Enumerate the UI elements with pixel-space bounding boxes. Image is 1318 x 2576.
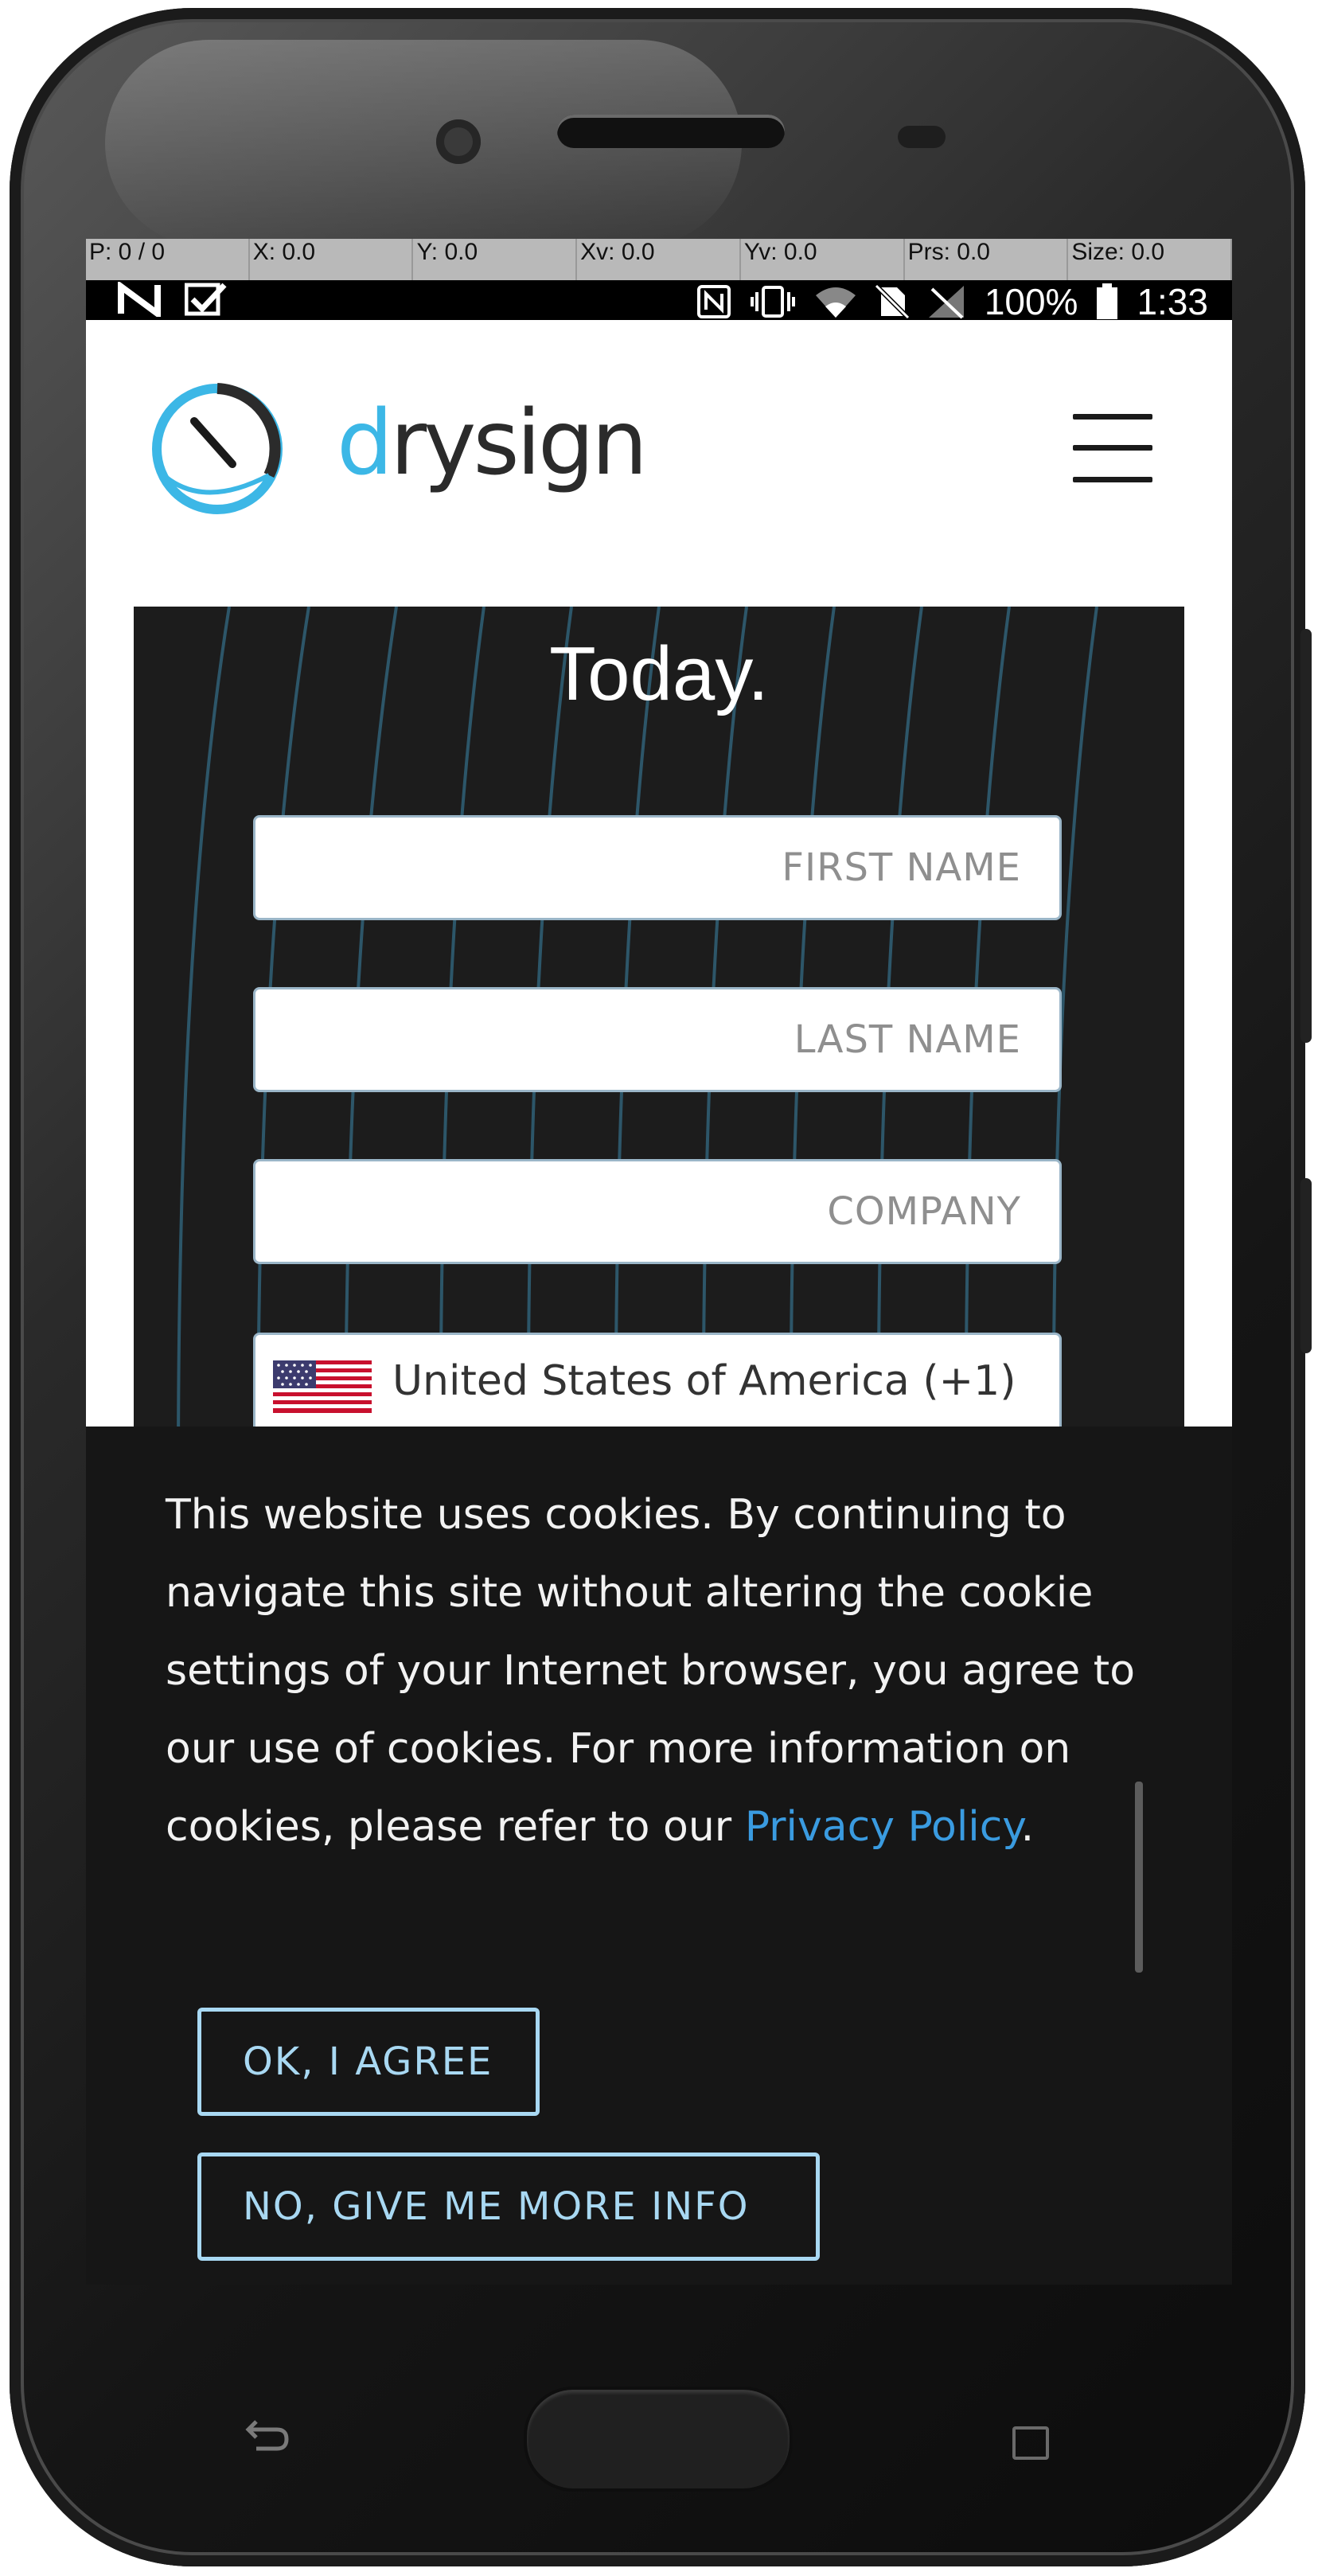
last-name-field	[253, 987, 1062, 1092]
debug-yv: Yv: 0.0	[741, 239, 905, 280]
n-icon	[118, 282, 161, 317]
battery-icon	[1097, 283, 1118, 319]
drysign-logo-icon[interactable]	[150, 381, 285, 517]
hamburger-icon[interactable]	[1073, 414, 1152, 482]
debug-p: P: 0 / 0	[86, 239, 250, 280]
cookie-suffix: .	[1020, 1803, 1035, 1851]
phone-screen: P: 0 / 0 X: 0.0 Y: 0.0 Xv: 0.0 Yv: 0.0 P…	[86, 239, 1232, 2285]
wifi-icon	[815, 287, 856, 318]
logo-d: d	[337, 392, 393, 495]
home-button[interactable]	[524, 2387, 793, 2492]
debug-size: Size: 0.0	[1068, 239, 1232, 280]
battery-percent: 100%	[984, 281, 1078, 322]
cookie-banner: This website uses cookies. By continuing…	[86, 1427, 1232, 2285]
debug-xv: Xv: 0.0	[577, 239, 741, 280]
us-flag-icon	[273, 1360, 372, 1413]
recent-apps-icon[interactable]	[1012, 2426, 1049, 2460]
back-icon[interactable]	[245, 2418, 290, 2453]
privacy-policy-link[interactable]: Privacy Policy	[745, 1803, 1021, 1851]
agree-button[interactable]: OK, I AGREE	[197, 2008, 540, 2116]
last-name-input[interactable]	[255, 989, 1059, 1090]
debug-prs: Prs: 0.0	[905, 239, 1069, 280]
volume-button	[1300, 629, 1312, 1043]
checkmark-icon	[185, 283, 227, 316]
debug-x: X: 0.0	[250, 239, 414, 280]
status-bar: 100% 1:33	[86, 280, 1232, 322]
vibrate-icon	[750, 286, 795, 318]
logo-rest: rysign	[390, 392, 648, 495]
earpiece-speaker	[557, 115, 785, 148]
debug-y: Y: 0.0	[413, 239, 578, 280]
company-field	[253, 1159, 1062, 1264]
drysign-wordmark[interactable]: drysign	[337, 392, 648, 495]
no-signal-icon	[928, 286, 964, 319]
scrollbar[interactable]	[1135, 1782, 1143, 1973]
country-value: United States of America (+1)	[392, 1357, 1016, 1405]
clock: 1:33	[1137, 281, 1208, 322]
proximity-sensor	[898, 126, 946, 148]
power-button	[1300, 1178, 1312, 1353]
first-name-field	[253, 815, 1062, 920]
form-heading: Today.	[549, 631, 769, 716]
front-camera	[436, 119, 481, 164]
nfc-icon	[696, 285, 731, 318]
first-name-input[interactable]	[255, 818, 1059, 918]
cookie-text: This website uses cookies. By continuing…	[166, 1491, 1136, 1851]
more-info-button[interactable]: NO, GIVE ME MORE INFO	[197, 2153, 820, 2261]
pointer-debug-bar: P: 0 / 0 X: 0.0 Y: 0.0 Xv: 0.0 Yv: 0.0 P…	[86, 239, 1232, 280]
cookie-message: This website uses cookies. By continuing…	[166, 1476, 1168, 1866]
company-input[interactable]	[255, 1161, 1059, 1262]
no-sim-icon	[874, 284, 910, 319]
site-header: drysign	[86, 320, 1232, 595]
